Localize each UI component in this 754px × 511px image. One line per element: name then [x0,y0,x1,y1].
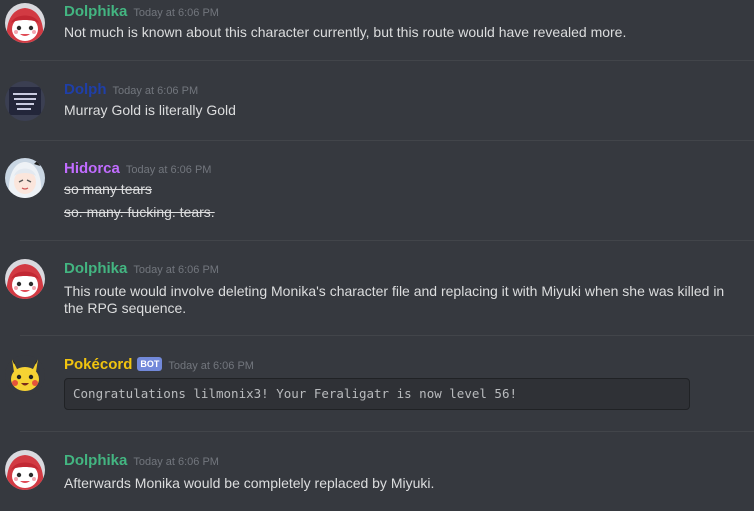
message-group: Dolphika Today at 6:06 PM Afterwards Mon… [0,432,754,511]
username[interactable]: Pokécord [64,356,132,373]
red-hair-girl-avatar[interactable] [5,259,45,299]
timestamp: Today at 6:06 PM [168,360,254,372]
message-group: Dolphika Today at 6:06 PM Not much is kn… [0,0,754,60]
message-header: Dolphika Today at 6:06 PM [64,452,219,469]
dark-image-avatar[interactable] [5,81,45,121]
message-header: Hidorca Today at 6:06 PM [64,160,211,177]
message-header: Pokécord BOT Today at 6:06 PM [64,356,254,373]
message-text-strikethrough: so many tears [64,181,152,197]
pikachu-avatar[interactable] [5,355,45,395]
message-text: Afterwards Monika would be completely re… [64,475,435,491]
message-text: Not much is known about this character c… [64,24,627,40]
message-header: Dolphika Today at 6:06 PM [64,260,219,277]
message-group: Hidorca Today at 6:06 PM so many tears s… [0,141,754,240]
timestamp: Today at 6:06 PM [133,7,219,19]
timestamp: Today at 6:06 PM [125,164,212,176]
message-text: Murray Gold is literally Gold [64,102,236,118]
username[interactable]: Dolph [64,81,107,98]
timestamp: Today at 6:06 PM [133,456,219,468]
white-hair-girl-avatar[interactable] [5,158,45,198]
timestamp: Today at 6:06 PM [133,264,219,276]
red-hair-girl-avatar[interactable] [5,450,45,490]
red-hair-girl-avatar[interactable] [5,3,45,43]
message-group: Dolphika Today at 6:06 PM This route wou… [0,241,754,335]
chat-message-list: Dolphika Today at 6:06 PM Not much is kn… [0,0,754,511]
username[interactable]: Dolphika [64,260,127,277]
message-header: Dolph Today at 6:06 PM [64,81,198,98]
message-text-strikethrough: so. many. fucking. tears. [64,204,215,220]
message-header: Dolphika Today at 6:06 PM [64,3,219,20]
timestamp: Today at 6:06 PM [112,85,199,97]
username[interactable]: Hidorca [64,160,120,177]
message-text: the RPG sequence. [64,300,187,316]
message-group: Pokécord BOT Today at 6:06 PM Congratula… [0,336,754,431]
code-block: Congratulations lilmonix3! Your Feraliga… [64,378,690,410]
message-group: Dolph Today at 6:06 PM Murray Gold is li… [0,61,754,139]
username[interactable]: Dolphika [64,452,127,469]
username[interactable]: Dolphika [64,3,127,20]
bot-tag: BOT [137,357,163,371]
